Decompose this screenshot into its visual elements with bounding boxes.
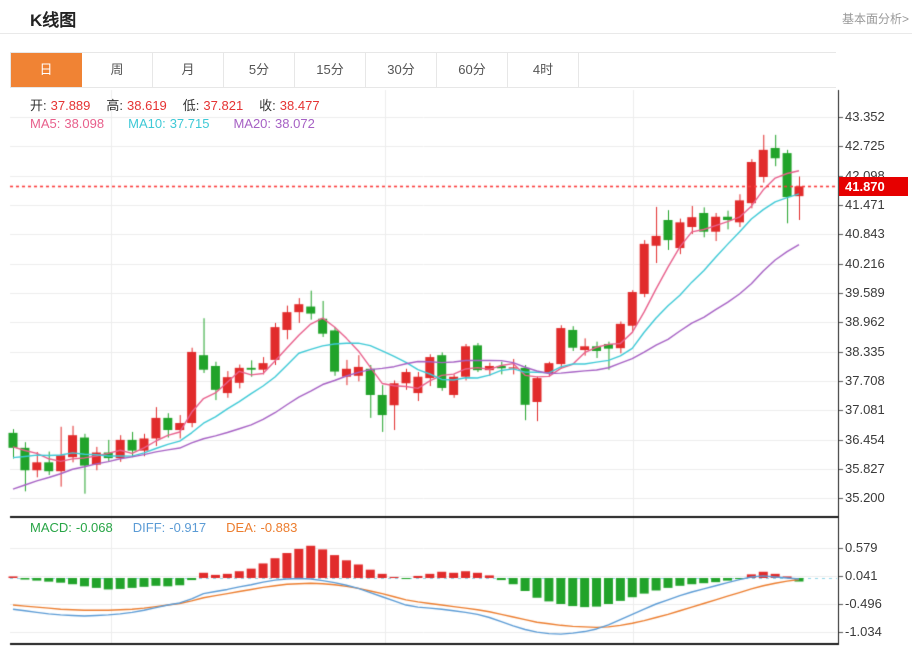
price-axis-label: 39.589 <box>845 285 885 300</box>
price-axis-label: 35.827 <box>845 461 885 476</box>
price-axis-label: 37.081 <box>845 402 885 417</box>
tab-周[interactable]: 周 <box>82 53 153 87</box>
ma5-readout: MA5:38.098 <box>30 116 104 131</box>
tab-60分[interactable]: 60分 <box>437 53 508 87</box>
tab-15分[interactable]: 15分 <box>295 53 366 87</box>
period-tabs: 日周月5分15分30分60分4时 <box>10 52 836 88</box>
diff-readout: DIFF:-0.917 <box>133 520 206 535</box>
price-axis-label: 40.216 <box>845 256 885 271</box>
macd-readout: MACD:-0.068 <box>30 520 113 535</box>
macd-axis-label: -1.034 <box>845 624 882 639</box>
open-readout: 开:37.889 <box>30 98 90 113</box>
kline-widget: K线图 基本面分析> 日周月5分15分30分60分4时 开:37.889 高:38… <box>0 0 912 650</box>
price-axis-label: 41.471 <box>845 197 885 212</box>
page-title: K线图 <box>30 6 76 31</box>
high-readout: 高:38.619 <box>106 98 166 113</box>
tabs-filler <box>579 53 836 87</box>
low-readout: 低:37.821 <box>183 98 243 113</box>
tab-4时[interactable]: 4时 <box>508 53 579 87</box>
ohlc-info-row: 开:37.889 高:38.619 低:37.821 收:38.477 <box>30 95 336 114</box>
price-axis-label: 43.352 <box>845 109 885 124</box>
macd-info-row: MACD:-0.068 DIFF:-0.917 DEA:-0.883 <box>30 520 317 535</box>
tab-日[interactable]: 日 <box>11 53 82 87</box>
close-readout: 收:38.477 <box>259 98 319 113</box>
price-axis-label: 40.843 <box>845 226 885 241</box>
tab-5分[interactable]: 5分 <box>224 53 295 87</box>
price-axis-label: 36.454 <box>845 432 885 447</box>
price-axis-label: 38.962 <box>845 314 885 329</box>
dea-readout: DEA:-0.883 <box>226 520 297 535</box>
price-axis-label: 42.725 <box>845 138 885 153</box>
macd-axis-label: 0.579 <box>845 540 878 555</box>
tab-30分[interactable]: 30分 <box>366 53 437 87</box>
price-axis-label: 37.708 <box>845 373 885 388</box>
price-axis-label: 35.200 <box>845 490 885 505</box>
tab-月[interactable]: 月 <box>153 53 224 87</box>
ma-info-row: MA5:38.098 MA10:37.715 MA20:38.072 <box>30 116 339 131</box>
macd-axis-label: -0.496 <box>845 596 882 611</box>
last-price-badge: 41.870 <box>839 177 908 196</box>
fundamental-analysis-link[interactable]: 基本面分析> <box>842 10 909 27</box>
ma20-readout: MA20:38.072 <box>233 116 314 131</box>
ma10-readout: MA10:37.715 <box>128 116 209 131</box>
macd-axis-label: 0.041 <box>845 568 878 583</box>
price-axis-label: 38.335 <box>845 344 885 359</box>
